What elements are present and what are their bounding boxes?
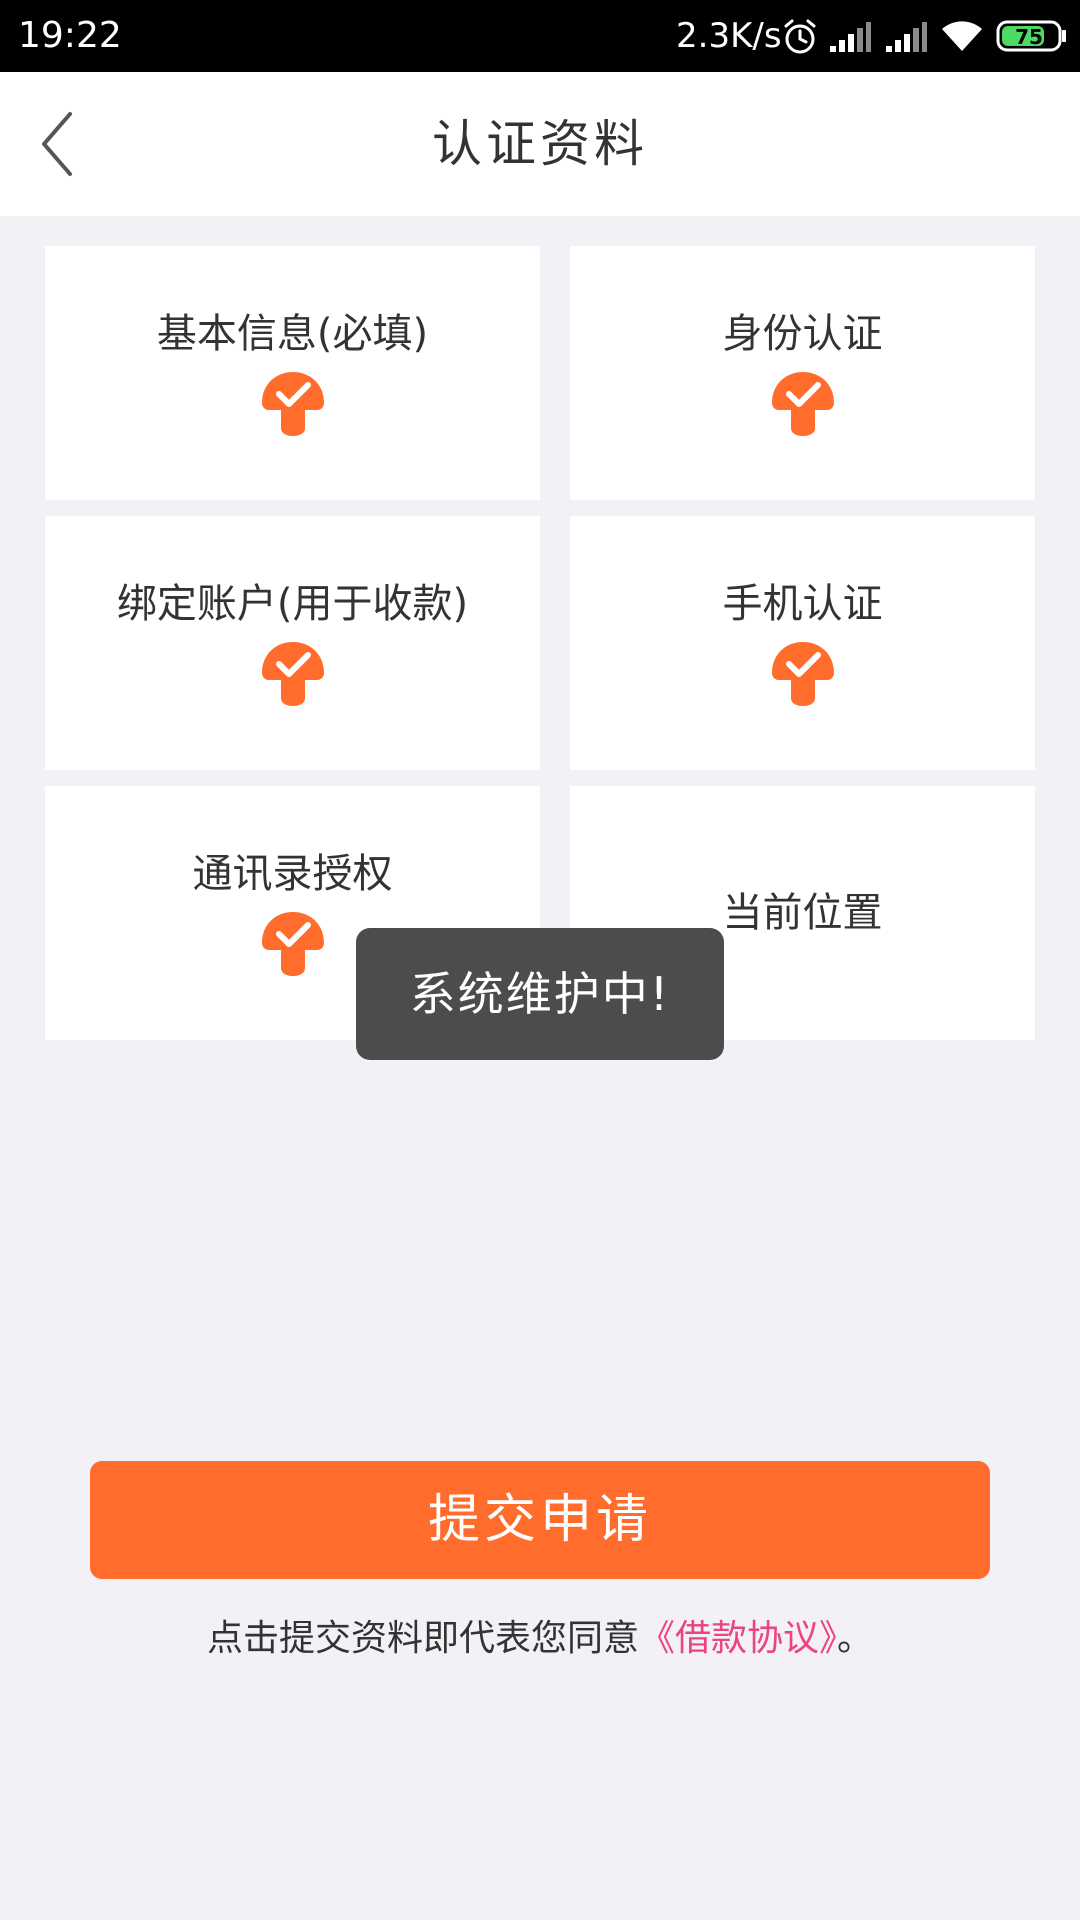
submit-button[interactable]: 提交申请	[90, 1461, 990, 1579]
check-badge-icon	[261, 372, 324, 436]
agreement-suffix: 。	[837, 1618, 874, 1659]
page-title: 认证资料	[432, 115, 648, 173]
check-badge-icon	[261, 642, 324, 706]
battery-level: 75	[1015, 25, 1043, 49]
battery-icon: 75	[996, 20, 1066, 52]
item-label: 基本信息(必填)	[156, 311, 429, 357]
item-basic-info[interactable]: 基本信息(必填)	[45, 246, 540, 500]
signal-icon	[886, 22, 927, 52]
item-bind-account[interactable]: 绑定账户(用于收款)	[45, 516, 540, 770]
item-label: 绑定账户(用于收款)	[116, 581, 469, 627]
status-time: 19:22	[18, 15, 122, 56]
loan-agreement-link[interactable]: 《借款协议》	[639, 1618, 837, 1659]
status-bar: 19:22 2.3K/s 75	[0, 0, 1080, 72]
item-identity[interactable]: 身份认证	[570, 246, 1035, 500]
check-badge-icon	[771, 372, 834, 436]
item-phone[interactable]: 手机认证	[570, 516, 1035, 770]
check-badge-icon	[261, 912, 324, 976]
toast-message: 系统维护中!	[356, 928, 724, 1060]
nav-bar: 认证资料	[0, 72, 1080, 216]
agreement-line: 点击提交资料即代表您同意《借款协议》。	[0, 1614, 1080, 1664]
check-badge-icon	[771, 642, 834, 706]
item-label: 手机认证	[722, 581, 883, 627]
signal-icon	[830, 22, 871, 52]
alarm-icon	[784, 19, 816, 54]
wifi-icon	[942, 21, 982, 51]
agreement-text: 点击提交资料即代表您同意	[206, 1618, 639, 1659]
network-speed: 2.3K/s	[676, 16, 782, 56]
item-label: 通讯录授权	[192, 851, 393, 897]
item-label: 身份认证	[722, 311, 883, 357]
back-button[interactable]	[30, 106, 90, 182]
chevron-left-icon	[42, 112, 72, 176]
